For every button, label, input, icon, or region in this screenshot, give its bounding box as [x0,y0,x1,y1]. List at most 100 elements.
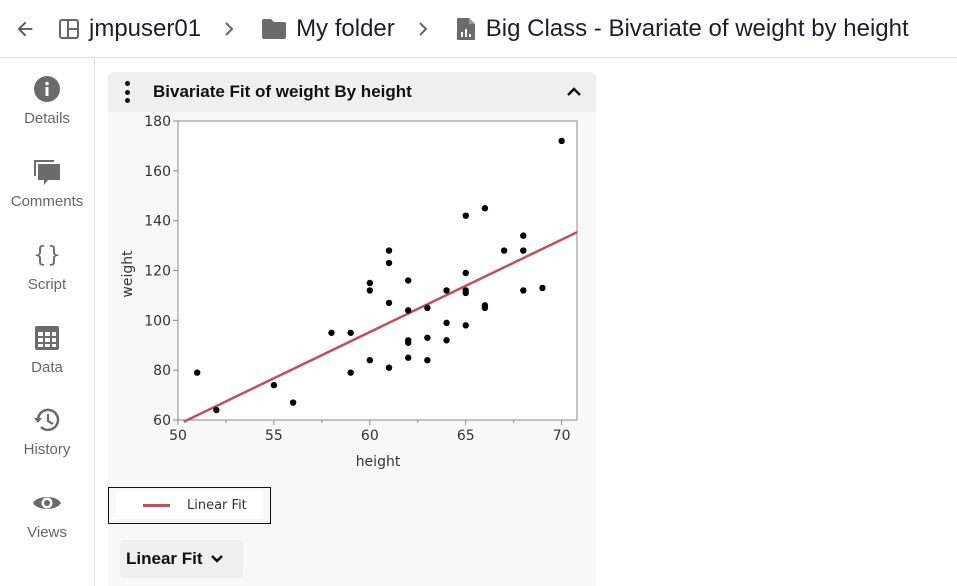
data-point[interactable] [443,319,450,327]
sidebar-item-label: History [23,441,71,458]
data-point[interactable] [462,269,469,277]
data-point[interactable] [385,299,393,307]
y-tick-label: 140 [144,214,171,230]
data-point[interactable] [385,364,393,371]
data-point[interactable] [443,287,450,294]
y-tick-label: 100 [144,313,171,329]
y-axis-label: weight [120,250,136,298]
data-point[interactable] [443,337,450,344]
data-point[interactable] [424,304,431,312]
x-tick-label: 55 [265,428,283,444]
breadcrumb-workspace[interactable]: jmpuser01 [58,15,201,43]
arrow-left-icon [17,21,33,36]
data-point[interactable] [424,334,431,341]
y-tick-label: 80 [153,363,171,379]
x-axis-label: height [356,454,401,470]
back-button[interactable] [12,16,38,42]
data-point[interactable] [481,304,489,312]
info-icon [34,76,60,102]
data-point[interactable] [424,357,431,364]
bivariate-report-panel: Bivariate Fit of weight By height 60 80 10… [108,72,596,586]
data-point[interactable] [404,277,412,284]
data-point[interactable] [366,357,374,364]
breadcrumb-label: jmpuser01 [89,14,202,42]
y-tick-label: 120 [144,264,171,280]
legend: Linear Fit [108,487,271,524]
x-tick-label: 60 [361,428,379,444]
x-tick-label: 65 [457,428,475,444]
sidebar-item-label: Comments [10,193,84,210]
top-bar: jmpuser01 My folder Big Class - Bivariat… [0,0,957,58]
chevron-down-icon [210,555,223,563]
data-point[interactable] [404,307,412,314]
sidebar-item-comments[interactable]: Comments [0,157,94,227]
data-point[interactable] [520,232,527,239]
panel-header[interactable]: Bivariate Fit of weight By height [108,72,596,112]
scatter-chart: 60 80 100 120 140 160 180 50 55 60 65 70 height we… [108,112,596,482]
kebab-menu-icon[interactable] [122,81,132,103]
sidebar-item-label: Data [31,359,63,376]
chevron-right-icon [225,21,234,36]
data-point[interactable] [347,369,354,376]
data-point[interactable] [385,247,393,254]
x-tick-label: 50 [169,428,187,444]
data-point[interactable] [270,381,278,389]
data-point[interactable] [462,289,469,297]
y-tick-label: 180 [144,114,171,130]
chevron-up-icon [567,87,581,96]
comments-icon [34,160,60,185]
breadcrumb-report[interactable]: Big Class - Bivariate of weight by heigh… [455,15,909,43]
sidebar-item-label: Views [27,524,67,541]
data-point[interactable] [366,279,374,287]
data-point[interactable] [520,247,527,254]
report-icon [456,17,475,40]
sidebar-item-data[interactable]: Data [0,323,94,393]
y-tick-label: 60 [153,413,171,429]
breadcrumb-folder[interactable]: My folder [261,15,395,43]
workspace-icon [59,18,79,39]
data-point[interactable] [558,137,565,145]
breadcrumb-label: Big Class - Bivariate of weight by heigh… [485,14,909,42]
data-point[interactable] [404,339,412,346]
x-tick-label: 70 [553,428,571,444]
data-point[interactable] [404,354,412,361]
chevron-right-icon [419,21,428,36]
data-point[interactable] [481,205,489,212]
sidebar-item-details[interactable]: Details [0,74,94,144]
chart-svg: 60 80 100 120 140 160 180 50 55 60 65 70 height we… [120,114,578,470]
table-icon [35,326,59,350]
data-point[interactable] [213,406,220,414]
data-point[interactable] [520,287,527,294]
plot-area [177,120,578,421]
data-point[interactable] [193,369,201,376]
legend-label: Linear Fit [187,497,247,513]
folder-icon [262,18,287,39]
linear-fit-dropdown[interactable]: Linear Fit [120,540,243,578]
sidebar-item-label: Script [27,276,67,293]
data-point[interactable] [347,329,354,336]
sidebar: Details Comments {} Script Data History … [0,59,95,586]
linear-fit-label: Linear Fit [126,549,203,568]
data-point[interactable] [462,212,469,219]
script-icon: {} [33,243,61,268]
main-content: Bivariate Fit of weight By height 60 80 10… [95,59,957,586]
data-point[interactable] [366,287,374,294]
panel-title: Bivariate Fit of weight By height [153,82,412,101]
sidebar-item-label: Details [24,110,70,127]
legend-swatch-linear-fit [143,503,170,507]
data-point[interactable] [500,247,508,254]
sidebar-item-views[interactable]: Views [0,488,94,558]
svg-text:{}: {} [33,243,61,268]
data-point[interactable] [385,259,393,267]
breadcrumb-label: My folder [296,14,395,42]
data-point[interactable] [289,399,297,406]
collapse-button[interactable] [564,82,584,102]
eye-icon [33,497,61,509]
sidebar-item-script[interactable]: {} Script [0,240,94,310]
y-tick-label: 160 [144,164,171,180]
data-point[interactable] [462,322,469,329]
history-icon [34,408,60,432]
data-point[interactable] [328,329,335,336]
data-point[interactable] [539,284,546,292]
sidebar-item-history[interactable]: History [0,405,94,475]
